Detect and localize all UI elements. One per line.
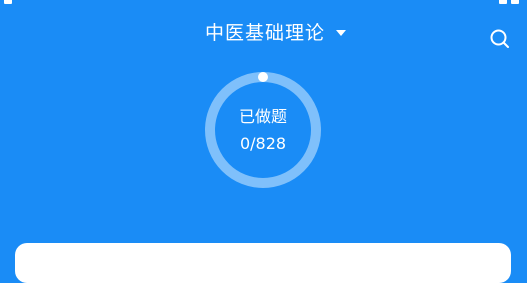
search-icon[interactable]	[488, 27, 512, 51]
header: 中医基础理论	[0, 18, 527, 48]
battery-icon	[511, 0, 519, 4]
progress-text: 已做题 0/828	[203, 70, 323, 190]
subject-selector[interactable]: 中医基础理论	[205, 18, 347, 48]
status-indicators	[499, 0, 523, 4]
progress-ring: 已做题 0/828	[203, 70, 323, 190]
content-card	[15, 243, 511, 283]
notification-icon	[4, 0, 12, 4]
status-bar	[0, 0, 527, 6]
signal-icon	[499, 0, 507, 4]
page-title: 中医基础理论	[205, 22, 326, 44]
progress-count: 0/828	[239, 134, 287, 153]
progress-label: 已做题	[238, 107, 287, 126]
caret-down-icon	[336, 30, 347, 36]
